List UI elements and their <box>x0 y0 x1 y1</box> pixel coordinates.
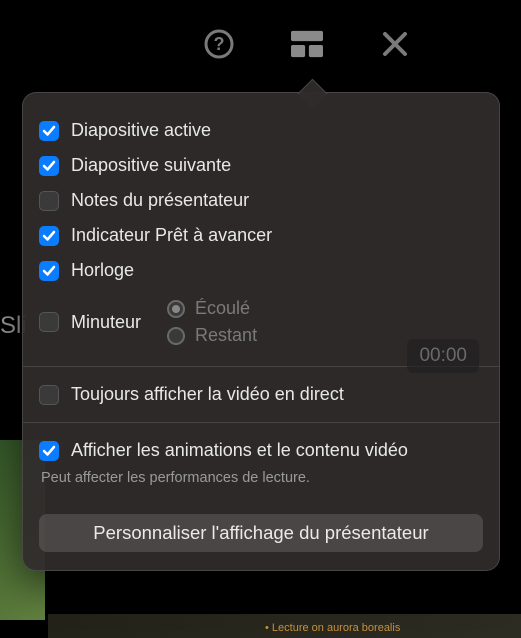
presenter-display-popover: Diapositive active Diapositive suivante … <box>22 92 500 571</box>
animations-hint: Peut affecter les performances de lectur… <box>39 470 483 486</box>
checkbox-presenter-notes[interactable] <box>39 191 59 211</box>
close-icon[interactable] <box>379 28 411 60</box>
customize-display-button[interactable]: Personnaliser l'affichage du présentateu… <box>39 514 483 552</box>
radio-label-remaining: Restant <box>195 325 257 346</box>
radio-remaining[interactable] <box>167 327 185 345</box>
timer-value-field[interactable]: 00:00 <box>407 339 479 373</box>
checkbox-clock[interactable] <box>39 261 59 281</box>
row-clock: Horloge <box>39 253 483 288</box>
radio-elapsed[interactable] <box>167 300 185 318</box>
help-icon[interactable]: ? <box>203 28 235 60</box>
row-presenter-notes: Notes du présentateur <box>39 183 483 218</box>
label-presenter-notes: Notes du présentateur <box>71 190 249 211</box>
layout-icon[interactable] <box>291 28 323 60</box>
checkbox-active-slide[interactable] <box>39 121 59 141</box>
row-active-slide: Diapositive active <box>39 113 483 148</box>
row-next-slide: Diapositive suivante <box>39 148 483 183</box>
radio-row-remaining: Restant <box>167 322 257 349</box>
radio-label-elapsed: Écoulé <box>195 298 250 319</box>
divider-2 <box>23 422 499 423</box>
checkbox-live-video[interactable] <box>39 385 59 405</box>
label-timer: Minuteur <box>71 312 141 333</box>
label-show-animations: Afficher les animations et le contenu vi… <box>71 440 408 461</box>
label-ready-indicator: Indicateur Prêt à avancer <box>71 225 272 246</box>
row-live-video: Toujours afficher la vidéo en direct <box>39 377 483 412</box>
toolbar: ? <box>203 28 411 60</box>
row-show-animations: Afficher les animations et le contenu vi… <box>39 433 483 468</box>
svg-text:?: ? <box>214 34 225 54</box>
label-next-slide: Diapositive suivante <box>71 155 231 176</box>
checkbox-timer[interactable] <box>39 312 59 332</box>
checkbox-ready-indicator[interactable] <box>39 226 59 246</box>
radio-row-elapsed: Écoulé <box>167 295 257 322</box>
label-clock: Horloge <box>71 260 134 281</box>
label-live-video: Toujours afficher la vidéo en direct <box>71 384 344 405</box>
bg-caption: • Lecture on aurora borealis <box>265 622 400 634</box>
checkbox-next-slide[interactable] <box>39 156 59 176</box>
row-ready-indicator: Indicateur Prêt à avancer <box>39 218 483 253</box>
checkbox-show-animations[interactable] <box>39 441 59 461</box>
label-active-slide: Diapositive active <box>71 120 211 141</box>
